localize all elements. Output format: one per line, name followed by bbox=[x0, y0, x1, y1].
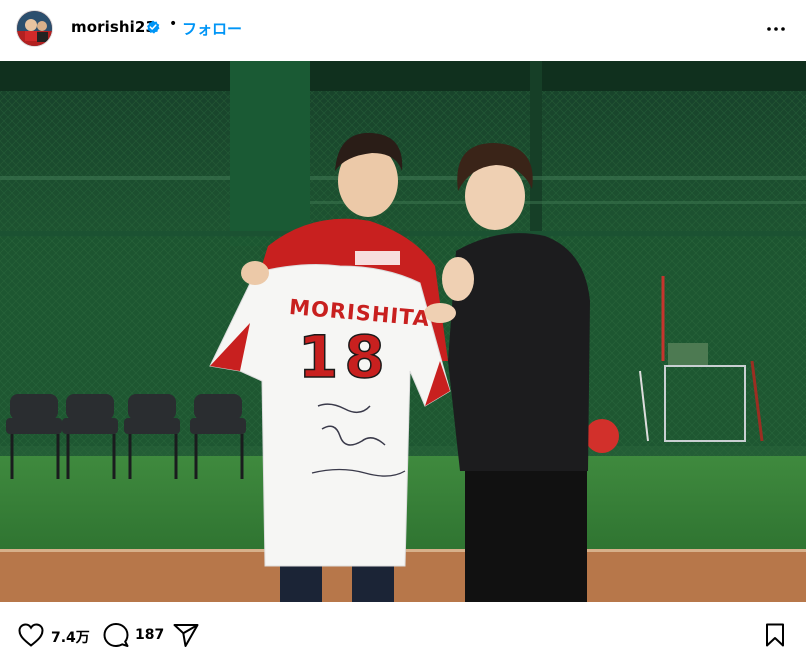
comment-icon[interactable] bbox=[102, 622, 130, 648]
heart-icon[interactable] bbox=[17, 622, 45, 648]
like-count[interactable]: 7.4万 bbox=[51, 627, 90, 647]
bookmark-icon[interactable] bbox=[763, 622, 787, 648]
more-options-icon[interactable] bbox=[765, 20, 787, 38]
share-icon[interactable] bbox=[172, 622, 200, 648]
post-photo[interactable]: MORISHITA 18 bbox=[0, 61, 806, 602]
post-header: morishi23 • フォロー bbox=[0, 0, 806, 60]
verified-badge-icon bbox=[147, 20, 160, 34]
avatar[interactable] bbox=[16, 10, 53, 47]
follow-button[interactable]: フォロー bbox=[182, 18, 242, 39]
username[interactable]: morishi23 bbox=[71, 18, 156, 36]
comment-count[interactable]: 187 bbox=[135, 627, 164, 643]
separator-dot: • bbox=[169, 16, 178, 32]
jersey-number: 18 bbox=[297, 322, 391, 392]
